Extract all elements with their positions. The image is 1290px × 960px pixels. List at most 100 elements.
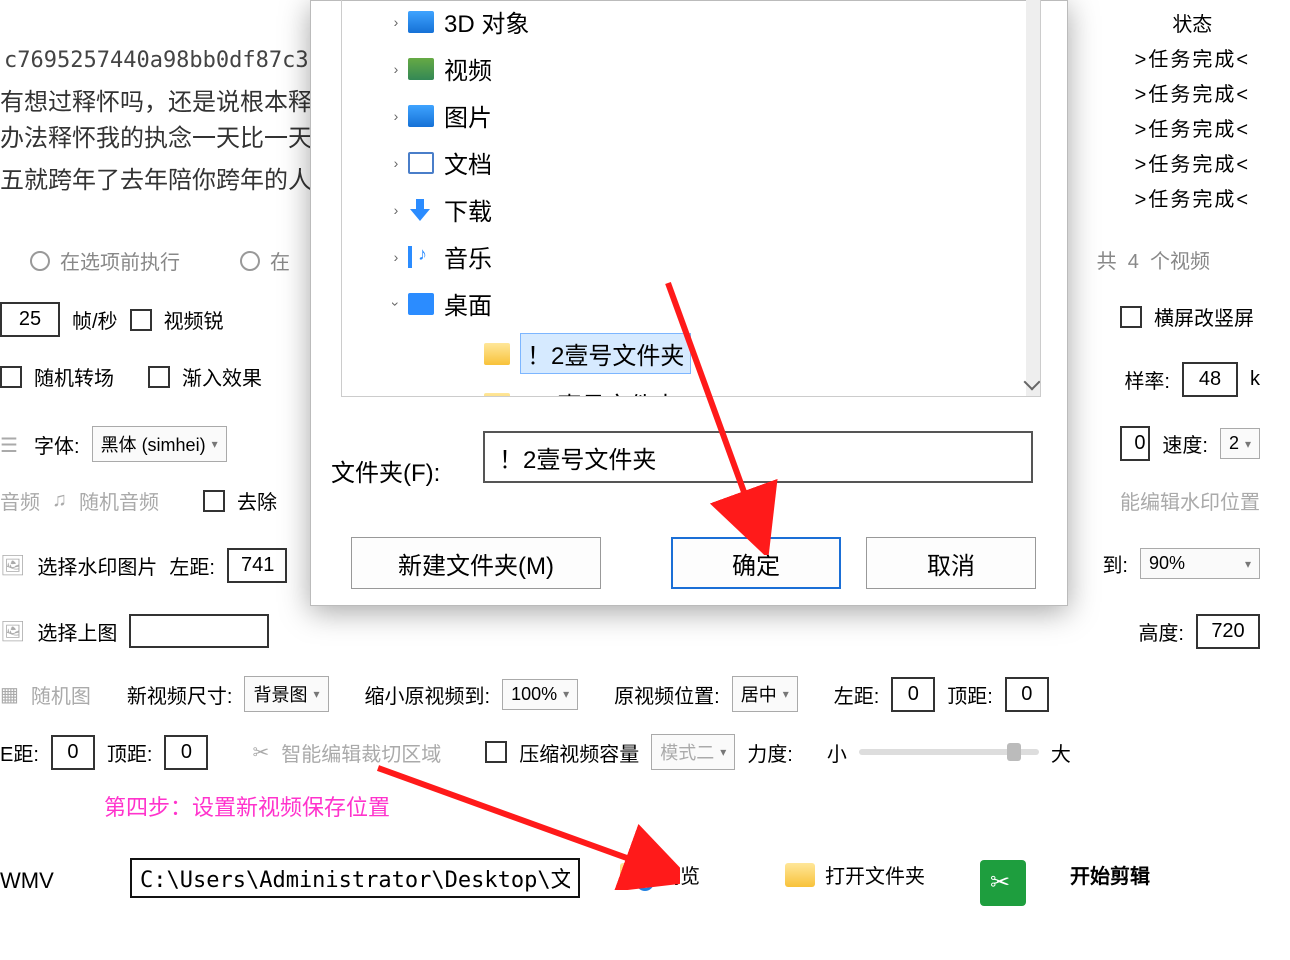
- num-input-0[interactable]: 0: [1120, 426, 1150, 461]
- to-label: 到:: [1102, 549, 1128, 578]
- top-input[interactable]: 0: [1005, 677, 1049, 712]
- speed-select[interactable]: 2▾: [1220, 428, 1260, 459]
- folder-dialog: ›3D 对象 ›视频 ›图片 ›文档 ›下载 ›音乐 ›桌面 ！2壹号文件夹 ！…: [310, 0, 1068, 606]
- tree-item[interactable]: 音乐: [444, 239, 492, 274]
- objects3d-icon: [408, 11, 434, 33]
- random-transition-label: 随机转场: [34, 362, 114, 391]
- open-folder-button[interactable]: 打开文件夹: [825, 860, 925, 889]
- radio-before[interactable]: [30, 251, 50, 271]
- e-label: E距:: [0, 738, 39, 767]
- radio-at-label: 在: [270, 246, 290, 275]
- radio-before-label: 在选项前执行: [60, 246, 180, 275]
- tree-item[interactable]: 下载: [444, 192, 492, 227]
- audio-label: 音频: [0, 486, 40, 515]
- browse-icon: [620, 863, 650, 887]
- landscape-checkbox[interactable]: [1120, 306, 1142, 328]
- shrink-label: 缩小原视频到:: [365, 680, 491, 709]
- random-transition-checkbox[interactable]: [0, 366, 22, 388]
- status-row: >任务完成<: [1135, 113, 1250, 142]
- left-input[interactable]: 0: [891, 677, 935, 712]
- status-column: 状态 >任务完成< >任务完成< >任务完成< >任务完成< >任务完成<: [1135, 8, 1250, 218]
- tree-item[interactable]: 文档: [444, 145, 492, 180]
- left-label: 左距:: [834, 680, 880, 709]
- documents-icon: [408, 152, 434, 174]
- start-button[interactable]: 开始剪辑: [1070, 860, 1150, 889]
- force-big: 大: [1051, 738, 1071, 767]
- shrink-select[interactable]: 100%▾: [502, 679, 578, 710]
- pick-watermark-button[interactable]: 选择水印图片: [37, 551, 157, 580]
- remove-checkbox[interactable]: [203, 490, 225, 512]
- top2-label: 顶距:: [107, 738, 153, 767]
- smart-wm-label: 能编辑水印位置: [1120, 486, 1260, 515]
- wm-left-label: 左距:: [169, 551, 215, 580]
- newsize-select[interactable]: 背景图▾: [244, 676, 328, 712]
- tree-item[interactable]: 桌面: [444, 286, 492, 321]
- height-input[interactable]: 720: [1196, 614, 1260, 649]
- radio-at[interactable]: [240, 251, 260, 271]
- pos-label: 原视频位置:: [614, 680, 720, 709]
- sample-rate-unit: k: [1250, 368, 1260, 391]
- top2-input[interactable]: 0: [164, 735, 208, 770]
- crop-button: 智能编辑裁切区域: [281, 738, 441, 767]
- bg-line-1: 有想过释怀吗，还是说根本释: [0, 82, 312, 117]
- status-row: >任务完成<: [1135, 43, 1250, 72]
- fps-unit-label: 帧/秒: [72, 305, 118, 334]
- ok-button[interactable]: 确定: [671, 537, 841, 589]
- downloads-icon: [408, 199, 434, 221]
- cancel-button[interactable]: 取消: [866, 537, 1036, 589]
- status-row: >任务完成<: [1135, 148, 1250, 177]
- folder-icon: [484, 343, 510, 365]
- fps-input[interactable]: 25: [0, 302, 60, 337]
- force-slider[interactable]: [859, 749, 1039, 755]
- folder-field-label: 文件夹(F):: [331, 453, 440, 488]
- font-select[interactable]: 黑体 (simhei)▾: [92, 426, 227, 462]
- folder-name-input[interactable]: [483, 431, 1033, 483]
- compress-checkbox[interactable]: [485, 741, 507, 763]
- sample-rate-input[interactable]: 48: [1182, 362, 1238, 397]
- save-path-input[interactable]: [130, 858, 580, 898]
- status-header: 状态: [1135, 8, 1250, 37]
- pick-above-input[interactable]: [129, 614, 269, 648]
- folder-icon: [484, 393, 510, 398]
- pick-above-button[interactable]: 选择上图: [37, 617, 117, 646]
- bg-line-2: 办法释怀我的执念一天比一天: [0, 118, 312, 153]
- compress-label: 压缩视频容量: [519, 738, 639, 767]
- hash-text: c7695257440a98bb0df87c337f: [4, 48, 348, 73]
- tree-item[interactable]: 图片: [444, 98, 492, 133]
- image-icon: ▦: [0, 682, 19, 707]
- font-label: 字体:: [34, 430, 80, 459]
- tree-item[interactable]: ！4壹号文件夹: [520, 386, 677, 397]
- force-small: 小: [827, 738, 847, 767]
- newsize-label: 新视频尺寸:: [127, 680, 233, 709]
- status-row: >任务完成<: [1135, 78, 1250, 107]
- scissors-icon: ✂: [252, 740, 269, 765]
- e-input[interactable]: 0: [51, 735, 95, 770]
- pos-select[interactable]: 居中▾: [732, 676, 798, 712]
- random-audio-label: 随机音频: [79, 486, 159, 515]
- fade-label: 渐入效果: [182, 362, 262, 391]
- sample-rate-label: 样率:: [1124, 365, 1170, 394]
- folder-tree[interactable]: ›3D 对象 ›视频 ›图片 ›文档 ›下载 ›音乐 ›桌面 ！2壹号文件夹 ！…: [341, 0, 1041, 397]
- new-folder-button[interactable]: 新建文件夹(M): [351, 537, 601, 589]
- browse-button[interactable]: 浏览: [660, 860, 700, 889]
- video-count: 共 4 个视频: [1097, 245, 1210, 274]
- to-select[interactable]: 90%▾: [1140, 548, 1260, 579]
- mode-select[interactable]: 模式二▾: [651, 734, 735, 770]
- format-label: WMV: [0, 868, 54, 894]
- music-icon: [408, 246, 434, 268]
- remove-label: 去除: [237, 486, 277, 515]
- tree-scrollbar[interactable]: [1026, 0, 1040, 396]
- sharp-checkbox[interactable]: [130, 309, 152, 331]
- height-label: 高度:: [1138, 617, 1184, 646]
- force-label: 力度:: [747, 738, 793, 767]
- tree-item[interactable]: 3D 对象: [444, 4, 529, 39]
- bg-line-3: 五就跨年了去年陪你跨年的人: [0, 160, 312, 195]
- tree-item-selected[interactable]: ！2壹号文件夹: [520, 333, 691, 374]
- sharp-label: 视频锐: [164, 305, 224, 334]
- wm-left-input[interactable]: 741: [227, 548, 287, 583]
- step4-title: 第四步：设置新视频保存位置: [104, 790, 390, 822]
- music-icon: ♫: [52, 489, 67, 512]
- fade-checkbox[interactable]: [148, 366, 170, 388]
- tree-item[interactable]: 视频: [444, 51, 492, 86]
- desktop-icon: [408, 293, 434, 315]
